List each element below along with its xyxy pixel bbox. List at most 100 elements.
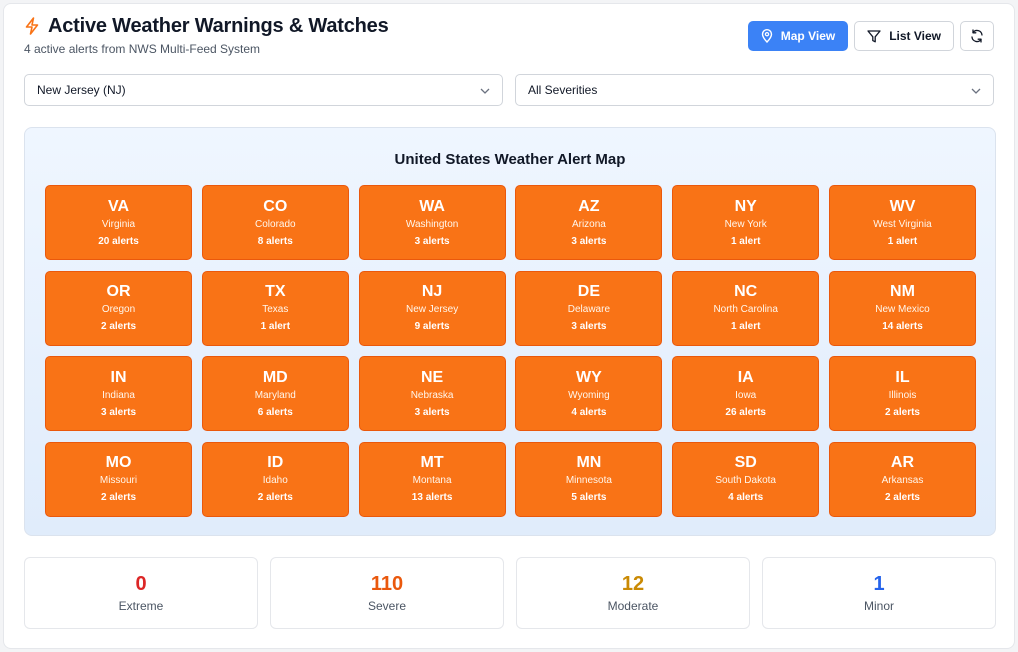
- state-abbr: WV: [889, 197, 916, 215]
- severity-select-value: All Severities: [528, 83, 598, 97]
- lightning-icon: [24, 16, 40, 36]
- stat-card-severe: 110 Severe: [270, 557, 504, 629]
- state-alert-count: 3 alerts: [571, 235, 607, 247]
- state-tile[interactable]: WA Washington 3 alerts: [358, 185, 506, 260]
- state-abbr: AZ: [578, 197, 600, 215]
- state-tile[interactable]: DE Delaware 3 alerts: [515, 270, 663, 346]
- state-tile[interactable]: AR Arkansas 2 alerts: [828, 441, 976, 517]
- stat-label: Moderate: [607, 599, 659, 613]
- page-title: Active Weather Warnings & Watches: [48, 14, 389, 37]
- chevron-down-icon: [971, 83, 981, 97]
- state-name: North Carolina: [713, 304, 778, 316]
- state-tile[interactable]: VA Virginia 20 alerts: [45, 185, 192, 260]
- state-name: Missouri: [99, 475, 138, 487]
- state-name: Colorado: [255, 218, 296, 230]
- state-abbr: CO: [263, 197, 288, 215]
- state-name: Nebraska: [410, 389, 454, 401]
- state-alert-count: 14 alerts: [882, 321, 923, 333]
- state-abbr: NJ: [421, 283, 443, 301]
- state-name: West Virginia: [873, 218, 932, 230]
- refresh-icon: [970, 29, 984, 43]
- map-view-label: Map View: [780, 29, 836, 43]
- state-grid: VA Virginia 20 alerts CO Colorado 8 alerts W…: [45, 185, 976, 517]
- list-view-label: List View: [889, 29, 941, 43]
- state-alert-count: 1 alert: [730, 321, 761, 333]
- state-name: Virginia: [101, 218, 136, 230]
- state-alert-count: 4 alerts: [728, 492, 764, 504]
- state-abbr: VA: [107, 197, 130, 215]
- state-name: Washington: [405, 218, 459, 230]
- state-abbr: NY: [734, 197, 757, 215]
- state-tile[interactable]: WY Wyoming 4 alerts: [515, 356, 663, 432]
- state-abbr: NE: [420, 368, 444, 386]
- state-alert-count: 1 alert: [887, 235, 918, 247]
- state-tile[interactable]: NY New York 1 alert: [672, 185, 820, 260]
- state-name: New Mexico: [875, 304, 930, 316]
- map-title: United States Weather Alert Map: [394, 151, 626, 168]
- state-tile[interactable]: MD Maryland 6 alerts: [201, 356, 349, 432]
- state-name: Texas: [262, 304, 289, 316]
- severity-select[interactable]: All Severities: [515, 74, 994, 106]
- stat-label: Minor: [863, 599, 894, 613]
- state-name: Montana: [412, 475, 452, 487]
- stat-value: 0: [135, 573, 147, 595]
- state-tile[interactable]: CO Colorado 8 alerts: [201, 185, 349, 260]
- state-tile[interactable]: MN Minnesota 5 alerts: [515, 441, 663, 517]
- state-abbr: MD: [262, 368, 288, 386]
- state-abbr: MT: [420, 454, 444, 472]
- state-tile[interactable]: MT Montana 13 alerts: [358, 441, 506, 517]
- state-tile[interactable]: IA Iowa 26 alerts: [672, 356, 820, 432]
- state-alert-count: 20 alerts: [98, 235, 139, 247]
- state-alert-count: 9 alerts: [414, 321, 450, 333]
- state-alert-count: 2 alerts: [257, 492, 293, 504]
- state-alert-count: 13 alerts: [411, 492, 453, 504]
- state-alert-count: 2 alerts: [884, 406, 920, 418]
- state-tile[interactable]: MO Missouri 2 alerts: [45, 441, 192, 517]
- filter-icon: [867, 29, 881, 43]
- state-name: South Dakota: [715, 475, 776, 487]
- state-name: Minnesota: [565, 475, 612, 487]
- state-alert-count: 1 alert: [260, 321, 291, 333]
- state-abbr: IL: [895, 368, 910, 386]
- state-alert-count: 8 alerts: [257, 235, 293, 247]
- state-tile[interactable]: IN Indiana 3 alerts: [45, 356, 192, 432]
- state-abbr: IN: [110, 368, 127, 386]
- stat-value: 110: [370, 573, 404, 595]
- state-tile[interactable]: SD South Dakota 4 alerts: [672, 441, 820, 517]
- state-name: Iowa: [735, 389, 757, 401]
- state-tile[interactable]: NE Nebraska 3 alerts: [358, 356, 506, 432]
- state-alert-count: 4 alerts: [571, 406, 607, 418]
- state-abbr: ID: [267, 454, 284, 472]
- state-abbr: AR: [890, 454, 915, 472]
- state-tile[interactable]: OR Oregon 2 alerts: [45, 270, 192, 346]
- state-select[interactable]: New Jersey (NJ): [24, 74, 503, 106]
- state-alert-count: 26 alerts: [725, 406, 766, 418]
- state-tile[interactable]: NM New Mexico 14 alerts: [828, 270, 976, 346]
- state-alert-count: 2 alerts: [100, 492, 137, 504]
- state-tile[interactable]: IL Illinois 2 alerts: [828, 356, 976, 432]
- state-alert-count: 2 alerts: [100, 321, 137, 333]
- stat-label: Extreme: [118, 599, 164, 613]
- state-abbr: DE: [577, 283, 600, 301]
- refresh-button[interactable]: [960, 21, 994, 51]
- state-tile[interactable]: TX Texas 1 alert: [201, 270, 349, 346]
- state-name: New York: [724, 218, 767, 230]
- state-abbr: OR: [106, 283, 131, 301]
- list-view-button[interactable]: List View: [854, 21, 954, 51]
- state-name: Illinois: [888, 389, 917, 401]
- stat-card-moderate: 12 Moderate: [516, 557, 750, 629]
- map-view-button[interactable]: Map View: [747, 21, 849, 51]
- state-name: Arizona: [571, 218, 606, 230]
- header: Active Weather Warnings & Watches 4 acti…: [24, 14, 994, 60]
- state-name: New Jersey: [405, 304, 459, 316]
- state-tile[interactable]: AZ Arizona 3 alerts: [515, 185, 663, 260]
- state-alert-count: 2 alerts: [884, 492, 920, 504]
- chevron-down-icon: [480, 83, 490, 97]
- state-tile[interactable]: ID Idaho 2 alerts: [201, 441, 349, 517]
- state-tile[interactable]: WV West Virginia 1 alert: [828, 185, 976, 260]
- state-tile[interactable]: NJ New Jersey 9 alerts: [358, 270, 506, 346]
- state-alert-count: 3 alerts: [414, 406, 450, 418]
- state-alert-count: 1 alert: [730, 235, 761, 247]
- state-tile[interactable]: NC North Carolina 1 alert: [672, 270, 820, 346]
- state-abbr: TX: [265, 283, 286, 301]
